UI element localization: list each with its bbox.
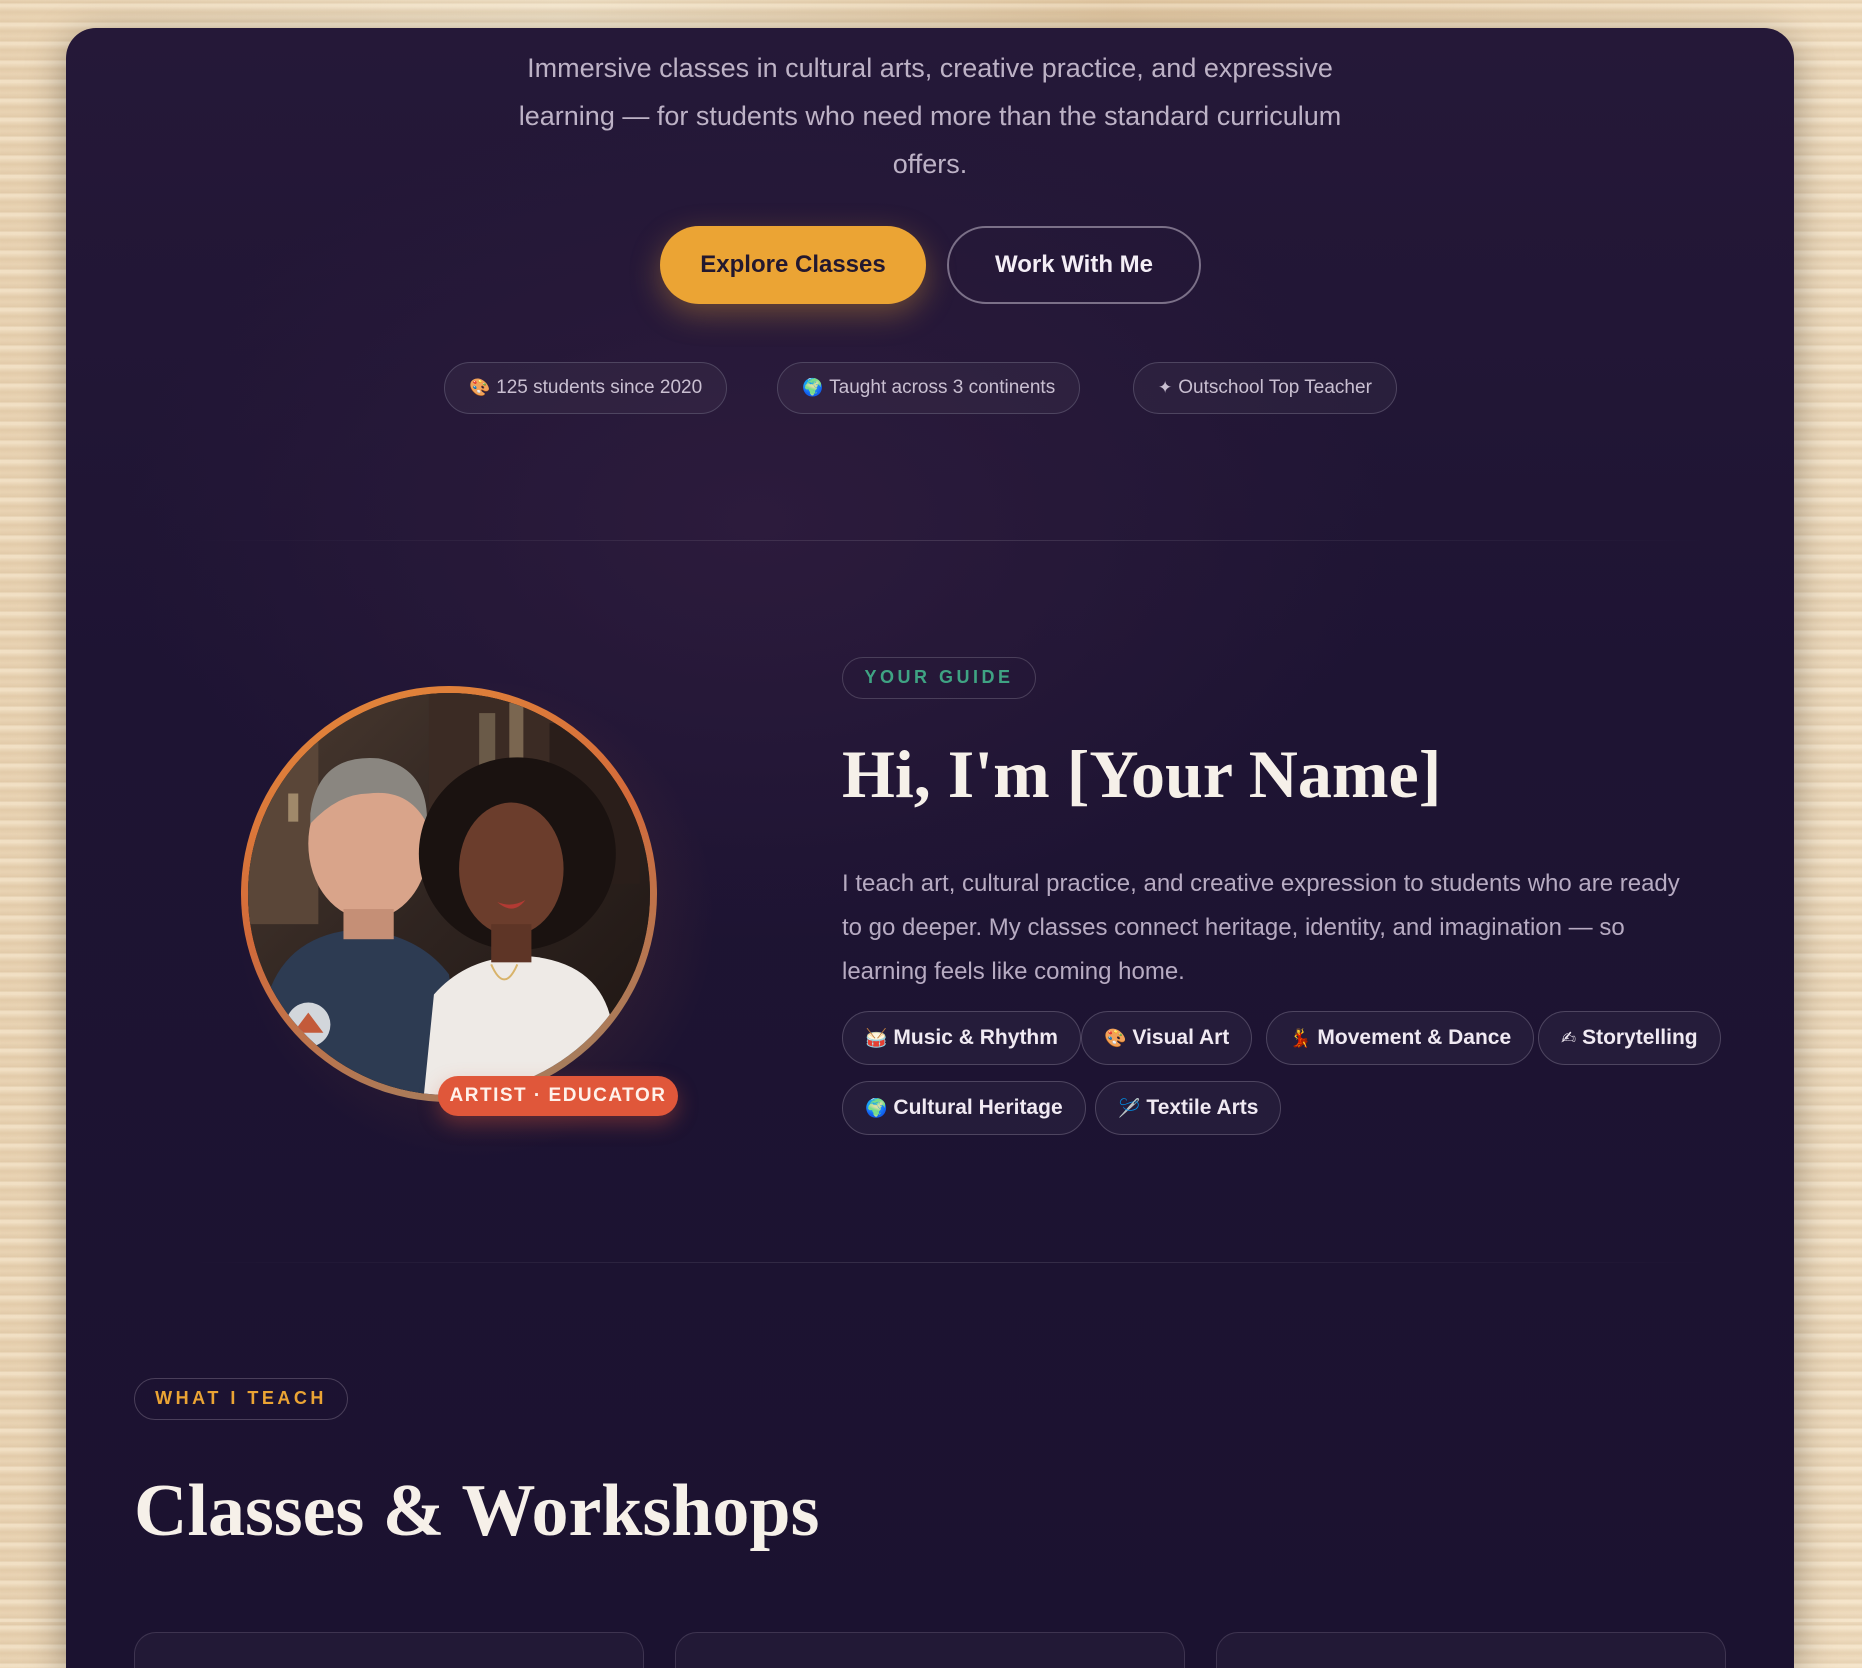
stat-top-teacher: ✦ Outschool Top Teacher (1133, 362, 1397, 414)
tag-label: Music & Rhythm (893, 1026, 1058, 1049)
tag-label: Textile Arts (1146, 1096, 1259, 1119)
stat-students: 🎨 125 students since 2020 (444, 362, 728, 414)
drum-icon: 🥁 (865, 1028, 888, 1048)
explore-classes-button[interactable]: Explore Classes (660, 226, 926, 304)
hero-subtitle-line: Immersive classes in cultural arts, crea… (527, 53, 1333, 83)
guide-photo-frame (241, 686, 657, 1102)
hero-subtitle-line: offers. (892, 149, 968, 179)
tag-textile-arts[interactable]: 🪡 Textile Arts (1095, 1081, 1282, 1135)
guide-bio-line: I teach art, cultural practice, and crea… (842, 870, 1680, 897)
tag-visual-art[interactable]: 🎨 Visual Art (1081, 1011, 1253, 1065)
globe-icon: 🌍 (802, 378, 824, 397)
needle-icon: 🪡 (1118, 1098, 1141, 1118)
artist-educator-badge: ARTIST · EDUCATOR (438, 1076, 678, 1116)
tag-movement-dance[interactable]: 💃 Movement & Dance (1266, 1011, 1535, 1065)
hero-subtitle-line: learning — for students who need more th… (518, 101, 1342, 131)
stat-continents: 🌍 Taught across 3 continents (777, 362, 1081, 414)
guide-bio: I teach art, cultural practice, and crea… (842, 862, 1732, 994)
your-guide-label: YOUR GUIDE (842, 657, 1036, 699)
guide-photo-image (248, 693, 650, 1095)
section-divider (186, 540, 1716, 541)
hero-subtitle: Immersive classes in cultural arts, crea… (66, 44, 1794, 188)
work-with-me-button[interactable]: Work With Me (947, 226, 1201, 304)
guide-bio-line: to go deeper. My classes connect heritag… (842, 914, 1625, 941)
tag-label: Movement & Dance (1317, 1026, 1512, 1049)
section-divider (186, 1262, 1716, 1263)
tag-music-rhythm[interactable]: 🥁 Music & Rhythm (842, 1011, 1081, 1065)
guide-title: Hi, I'm [Your Name] (842, 736, 1442, 812)
class-card[interactable] (1216, 1632, 1726, 1668)
class-card[interactable] (675, 1632, 1185, 1668)
palette-icon: 🎨 (1104, 1028, 1127, 1048)
palette-icon: 🎨 (469, 378, 491, 397)
page-card: Immersive classes in cultural arts, crea… (66, 28, 1794, 1668)
tag-cultural-heritage[interactable]: 🌍 Cultural Heritage (842, 1081, 1086, 1135)
stat-text: Outschool Top Teacher (1178, 377, 1372, 398)
stat-text: 125 students since 2020 (496, 377, 703, 398)
what-i-teach-label: WHAT I TEACH (134, 1378, 348, 1420)
dancer-icon: 💃 (1289, 1028, 1312, 1048)
stat-text: Taught across 3 continents (829, 377, 1056, 398)
guide-photo (248, 693, 650, 1095)
class-card[interactable] (134, 1632, 644, 1668)
tag-label: Visual Art (1132, 1026, 1230, 1049)
classes-title: Classes & Workshops (134, 1470, 820, 1552)
globe-icon: 🌍 (865, 1098, 888, 1118)
tag-storytelling[interactable]: ✍ Storytelling (1538, 1011, 1721, 1065)
tag-label: Storytelling (1582, 1026, 1698, 1049)
sparkle-icon: ✦ (1158, 378, 1173, 397)
tag-label: Cultural Heritage (893, 1096, 1063, 1119)
guide-bio-line: learning feels like coming home. (842, 958, 1185, 985)
writing-hand-icon: ✍ (1561, 1028, 1577, 1048)
